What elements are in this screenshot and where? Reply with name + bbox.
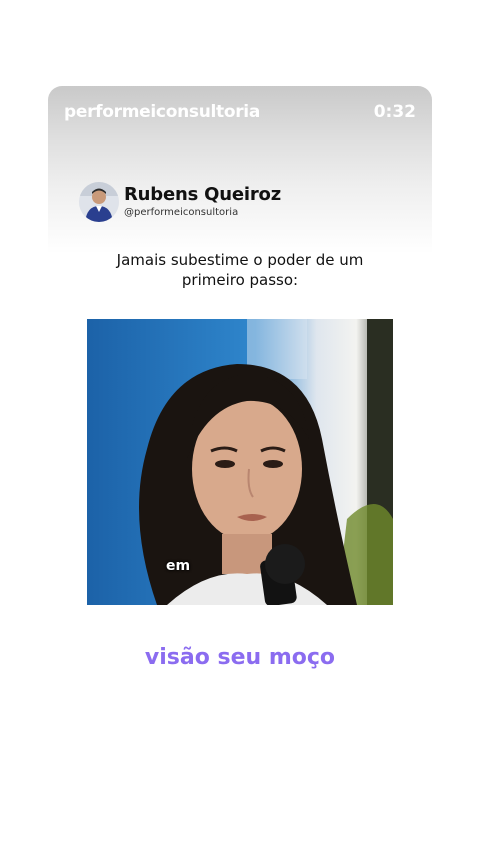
post-caption: Jamais subestime o poder de um primeiro … bbox=[116, 251, 364, 289]
video-subtitle: em bbox=[166, 558, 191, 574]
timer: 0:32 bbox=[373, 102, 416, 122]
avatar[interactable] bbox=[79, 182, 119, 222]
author-name[interactable]: Rubens Queiroz bbox=[124, 184, 281, 205]
account-name[interactable]: performeiconsultoria bbox=[64, 102, 260, 122]
story-text-overlay: visão seu moço bbox=[144, 645, 336, 670]
author-handle[interactable]: @performeiconsultoria bbox=[124, 207, 238, 218]
avatar-image bbox=[79, 182, 119, 222]
video-player[interactable] bbox=[87, 319, 393, 605]
video-frame bbox=[87, 319, 393, 605]
